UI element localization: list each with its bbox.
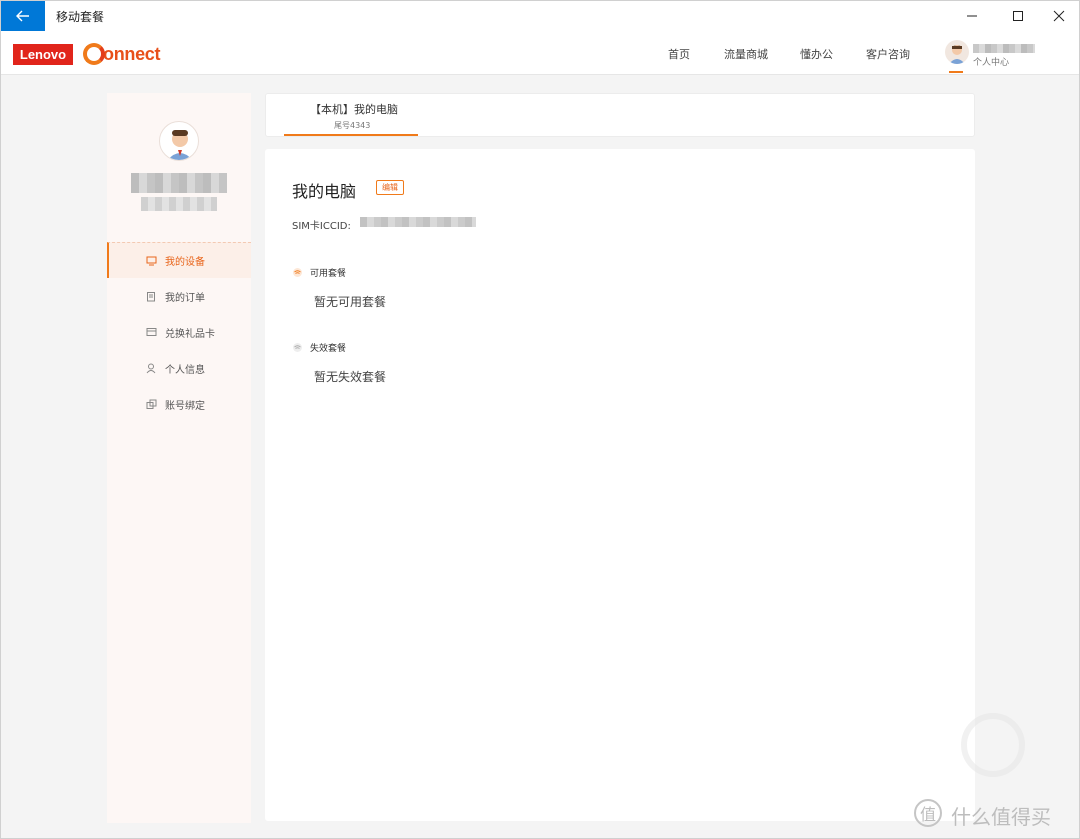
watermark-logo: 值	[914, 799, 942, 827]
device-tabs: 【本机】我的电脑 尾号4343	[265, 93, 975, 137]
iccid-label: SIM卡ICCID:	[292, 221, 351, 232]
sidebar-item-my-devices[interactable]: 我的设备	[107, 242, 251, 278]
avatar[interactable]	[945, 40, 969, 64]
nav-customer-service[interactable]: 客户咨询	[866, 46, 910, 62]
title-bar: 移动套餐	[1, 1, 1079, 31]
sidebar-item-label: 个人信息	[165, 364, 205, 376]
watermark-circle	[961, 713, 1025, 777]
sidebar-item-personal-info[interactable]: 个人信息	[107, 350, 251, 386]
profile-id-blurred	[141, 197, 217, 211]
app-window: 移动套餐 Lenovo onnect 首页 流量商城 懂办公 客户咨询 个人中心…	[0, 0, 1080, 839]
profile-avatar	[159, 121, 199, 161]
nav-data-store[interactable]: 流量商城	[724, 46, 768, 62]
back-button[interactable]	[1, 1, 45, 31]
close-icon	[1053, 10, 1065, 22]
sidebar-item-label: 我的设备	[165, 257, 205, 268]
sidebar-item-my-orders[interactable]: 我的订单	[107, 278, 251, 314]
window-title: 移动套餐	[56, 10, 105, 24]
available-packages-empty: 暂无可用套餐	[314, 295, 387, 309]
device-name: 我的电脑	[292, 182, 357, 201]
expired-packages-empty: 暂无失效套餐	[314, 370, 387, 384]
sidebar-item-account-binding[interactable]: 账号绑定	[107, 386, 251, 422]
maximize-button[interactable]	[998, 1, 1038, 31]
maximize-icon	[1013, 11, 1023, 21]
sidebar-item-gift-card[interactable]: 兑换礼品卡	[107, 314, 251, 350]
gift-card-icon	[145, 326, 157, 338]
minimize-button[interactable]	[952, 1, 992, 31]
nav-office[interactable]: 懂办公	[800, 46, 833, 62]
minimize-icon	[967, 15, 977, 17]
link-account-icon	[145, 398, 157, 410]
arrow-left-icon	[16, 7, 30, 26]
connect-logo: onnect	[83, 41, 161, 67]
sidebar-item-label: 兑换礼品卡	[165, 328, 215, 340]
user-icon	[145, 362, 157, 374]
device-detail-card: 我的电脑 编辑 SIM卡ICCID: 可用套餐 暂无可用套餐 失效套餐 暂无失效…	[265, 149, 975, 821]
watermark-text: 什么值得买	[951, 805, 1051, 829]
tab-active-indicator	[284, 134, 418, 136]
iccid-value-blurred	[360, 217, 476, 227]
lenovo-logo: Lenovo	[13, 44, 73, 65]
user-center-link[interactable]: 个人中心	[973, 55, 1009, 68]
order-icon	[145, 290, 157, 302]
sidebar: 我的设备 我的订单 兑换礼品卡 个人信息 账号绑定	[107, 93, 251, 823]
expired-packages-header: 失效套餐	[293, 341, 346, 354]
profile-name-blurred	[131, 173, 227, 193]
sidebar-item-label: 我的订单	[165, 292, 205, 304]
sidebar-item-label: 账号绑定	[165, 400, 205, 412]
available-packages-header: 可用套餐	[293, 266, 346, 279]
app-header: Lenovo onnect 首页 流量商城 懂办公 客户咨询 个人中心	[1, 31, 1079, 75]
tab-title: 【本机】我的电脑	[310, 103, 398, 116]
tab-subtitle: 尾号4343	[334, 121, 371, 130]
available-package-icon	[293, 268, 302, 277]
user-avatar-icon	[949, 45, 965, 64]
edit-button[interactable]: 编辑	[376, 180, 404, 195]
connect-c-icon	[83, 43, 105, 65]
nav-home[interactable]: 首页	[668, 46, 690, 62]
avatar-active-indicator	[949, 71, 963, 73]
close-button[interactable]	[1039, 1, 1079, 31]
expired-package-icon	[293, 343, 302, 352]
monitor-icon	[145, 255, 157, 267]
username-blurred	[973, 44, 1035, 53]
profile-avatar-icon	[167, 130, 193, 160]
